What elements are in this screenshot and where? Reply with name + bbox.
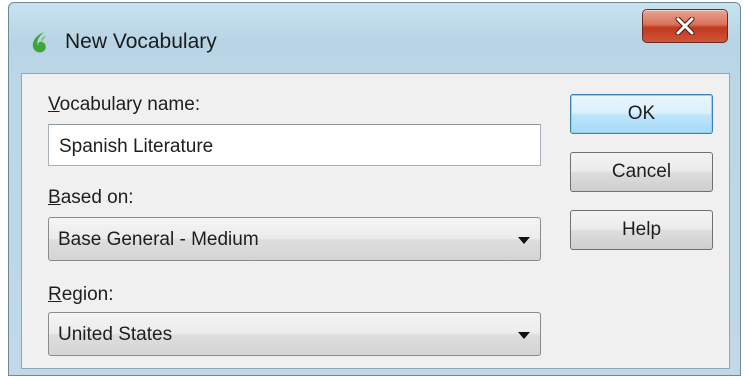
vocabulary-name-label: Vocabulary name: (48, 94, 200, 116)
cancel-button[interactable]: Cancel (570, 152, 713, 192)
dragon-flame-icon (27, 29, 53, 55)
chevron-down-icon (518, 237, 530, 244)
region-accelerator: R (48, 284, 62, 305)
title-bar[interactable]: New Vocabulary (9, 3, 740, 73)
help-button[interactable]: Help (570, 210, 713, 250)
region-value: United States (58, 324, 173, 345)
based-on-dropdown[interactable]: Base General - Medium (48, 217, 541, 261)
ok-button[interactable]: OK (570, 94, 713, 134)
based-on-label-text: ased on: (60, 187, 134, 208)
based-on-accelerator: B (48, 187, 61, 208)
close-icon (675, 17, 695, 35)
close-button[interactable] (642, 9, 728, 43)
vocabulary-name-accelerator: V (48, 94, 60, 115)
chevron-down-icon (518, 332, 530, 339)
window-title: New Vocabulary (65, 30, 217, 53)
vocabulary-name-input[interactable]: Spanish Literature (48, 124, 541, 166)
vocabulary-name-label-text: ocabulary name: (59, 94, 201, 115)
based-on-value: Base General - Medium (58, 229, 259, 250)
region-dropdown[interactable]: United States (48, 312, 541, 356)
vocabulary-name-value: Spanish Literature (59, 136, 214, 157)
based-on-label: Based on: (48, 187, 134, 209)
dialog-body: Vocabulary name: Spanish Literature Base… (21, 73, 730, 369)
region-label-text: egion: (61, 284, 114, 305)
dialog-window: New Vocabulary Vocabulary name: Spanish … (8, 2, 741, 376)
region-label: Region: (48, 284, 114, 306)
